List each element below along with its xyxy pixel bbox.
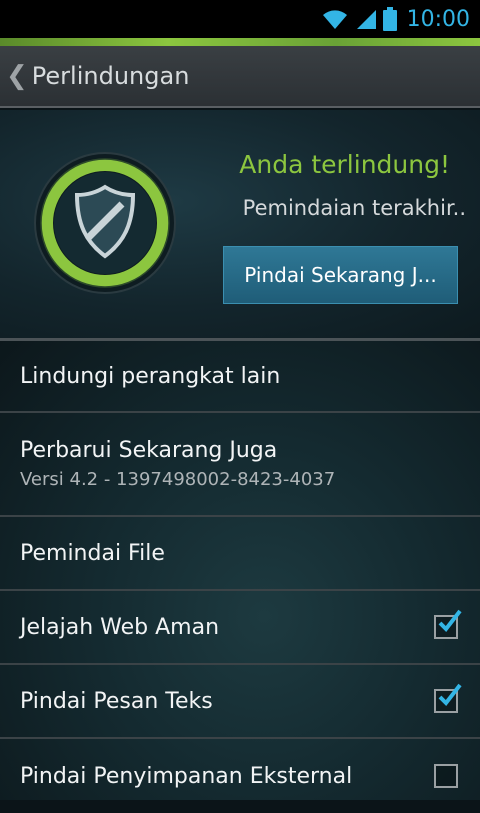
- checkmark-icon: [438, 609, 462, 633]
- wifi-icon: [322, 10, 347, 29]
- checkbox-scan-sms[interactable]: [434, 683, 462, 713]
- checkbox-scan-external[interactable]: [434, 764, 458, 788]
- battery-icon: [382, 7, 397, 31]
- status-icons: [321, 7, 397, 31]
- list-item-label: Lindungi perangkat lain: [20, 363, 281, 389]
- accent-bar: [0, 38, 480, 46]
- list-item-file-scanner[interactable]: Pemindai File: [0, 517, 480, 591]
- scan-now-button[interactable]: Pindai Sekarang J...: [223, 246, 458, 304]
- status-bar: 10:00: [0, 0, 480, 38]
- list-item-update-now[interactable]: Perbarui Sekarang Juga Versi 4.2 - 13974…: [0, 413, 480, 517]
- checkmark-icon: [438, 683, 462, 707]
- list-item-label: Pemindai File: [20, 540, 165, 566]
- protection-status-panel: Anda terlindung! Pemindaian terakhir.. P…: [0, 110, 480, 341]
- signal-icon: [356, 10, 376, 29]
- page-title[interactable]: Perlindungan: [32, 62, 190, 90]
- list-item-label: Pindai Penyimpanan Eksternal: [20, 763, 353, 789]
- settings-list: Lindungi perangkat lain Perbarui Sekaran…: [0, 341, 480, 800]
- back-chevron-icon[interactable]: ❮: [6, 61, 28, 91]
- protection-status-text: Anda terlindung!: [239, 150, 450, 179]
- last-scan-text: Pemindaian terakhir..: [242, 196, 466, 220]
- list-item-scan-text-messages[interactable]: Pindai Pesan Teks: [0, 665, 480, 739]
- version-text: Versi 4.2 - 1397498002-8423-4037: [20, 469, 336, 490]
- list-item-safe-web-browsing[interactable]: Jelajah Web Aman: [0, 591, 480, 665]
- app-bar[interactable]: ❮ Perlindungan: [0, 46, 480, 108]
- list-item-protect-other-device[interactable]: Lindungi perangkat lain: [0, 341, 480, 413]
- clock: 10:00: [406, 6, 470, 32]
- checkbox-safe-web[interactable]: [434, 609, 462, 639]
- list-item-label: Pindai Pesan Teks: [20, 688, 213, 714]
- list-item-label: Jelajah Web Aman: [20, 614, 220, 640]
- list-item-scan-external-storage[interactable]: Pindai Penyimpanan Eksternal: [0, 739, 480, 813]
- list-item-label: Perbarui Sekarang Juga: [20, 438, 278, 463]
- shield-status-icon: [34, 152, 176, 294]
